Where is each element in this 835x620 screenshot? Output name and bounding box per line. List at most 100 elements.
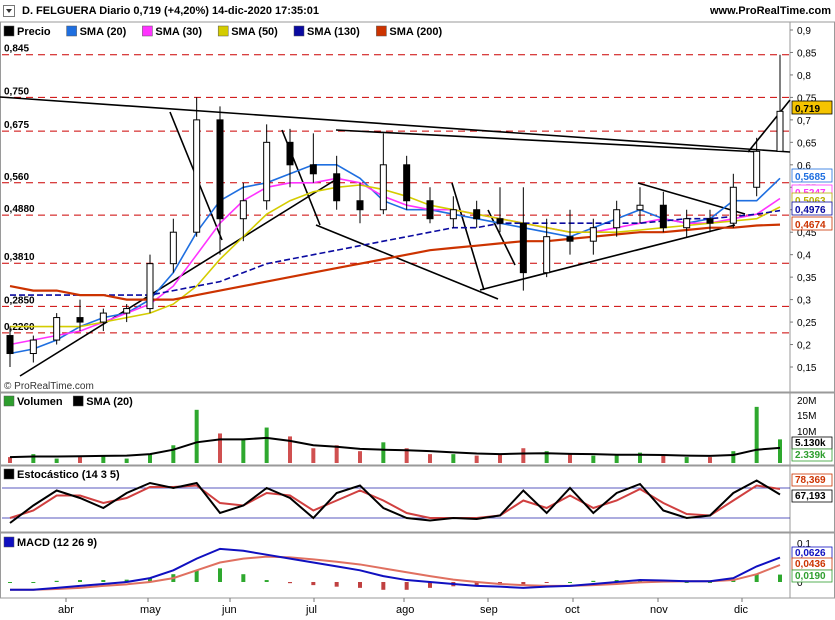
- volume-pane: Volumen SMA (20) 20M 15M 10M5.130k2.339k: [0, 392, 835, 466]
- macd-histogram-bar: [334, 582, 339, 587]
- legend-swatch: [142, 25, 153, 37]
- last-value-label: 0,0436: [795, 559, 826, 570]
- y-tick-label: 0,8: [797, 71, 811, 82]
- legend-label: Precio: [17, 26, 51, 38]
- macd-histogram-bar: [31, 582, 36, 583]
- volume-bar: [171, 445, 176, 463]
- volume-bar: [731, 451, 736, 463]
- sma-line: [9, 223, 781, 301]
- last-value-label: 0,5685: [795, 172, 826, 183]
- macd-histogram-bar: [544, 582, 549, 583]
- legend-label: SMA (50): [231, 26, 278, 38]
- volume-bar: [54, 458, 59, 463]
- last-value-label: 5.130k: [795, 438, 826, 449]
- candle-body: [449, 209, 457, 220]
- x-tick-label: nov: [650, 604, 668, 616]
- trend-line: [451, 182, 485, 291]
- candle-body: [239, 200, 247, 220]
- macd-histogram-bar: [311, 582, 316, 586]
- support-level-label: 0,675: [4, 120, 29, 131]
- y-tick-label: 0,2: [797, 341, 811, 352]
- trend-line: [315, 224, 499, 300]
- stochastic-pane: Estocástico (14 3 5) 78,369 67,193: [0, 465, 835, 533]
- candle-body: [216, 119, 224, 220]
- y-tick-label: 0,25: [797, 318, 817, 329]
- volume-bar: [498, 454, 502, 463]
- legend-label: SMA (20): [86, 396, 133, 408]
- candle-body: [706, 218, 714, 224]
- legend-swatch: [3, 25, 15, 37]
- legend-swatch: [72, 395, 84, 407]
- legend-swatch: [217, 25, 229, 37]
- support-level-label: 0,3810: [4, 252, 35, 263]
- legend-swatch: [3, 536, 15, 548]
- x-tick-label: may: [140, 604, 161, 616]
- last-value-label: 0,0190: [795, 571, 826, 582]
- y-tick-label: 0,85: [797, 48, 817, 59]
- legend-label: SMA (30): [155, 26, 202, 38]
- volume-bar: [661, 455, 666, 463]
- y-tick-label: 0,4: [797, 251, 811, 262]
- volume-bar: [194, 409, 199, 463]
- macd-histogram-bar: [218, 568, 222, 582]
- macd-histogram-bar: [568, 582, 572, 583]
- price-pane: Precio SMA (20) SMA (30) SMA (50) SMA (130) S…: [0, 21, 835, 393]
- volume-bar: [591, 455, 596, 463]
- y-tick-label: 10M: [797, 427, 816, 438]
- legend-swatch: [376, 25, 387, 37]
- trend-line: [335, 129, 761, 153]
- legend-swatch: [293, 25, 305, 37]
- last-value-label: 0,4674: [795, 220, 826, 231]
- volume-bar: [708, 457, 712, 463]
- x-tick-label: abr: [58, 604, 74, 616]
- candle-body: [123, 308, 131, 314]
- last-value-label: 0,719: [795, 104, 820, 115]
- y-tick-label: 0,15: [797, 363, 817, 374]
- candle-body: [519, 222, 527, 274]
- y-tick-label: 0,65: [797, 138, 817, 149]
- legend-label: Volumen: [17, 396, 63, 408]
- x-tick-label: jun: [221, 604, 237, 616]
- candle-body: [146, 263, 154, 310]
- volume-bar: [381, 442, 386, 463]
- legend-label: MACD (12 26 9): [17, 537, 97, 549]
- macd-histogram-bar: [78, 580, 82, 582]
- macd-signal-line: [10, 555, 781, 591]
- macd-histogram-bar: [8, 582, 12, 583]
- trend-line: [0, 96, 791, 153]
- legend-label: SMA (20): [80, 26, 127, 38]
- last-value-label: 78,369: [795, 475, 826, 486]
- volume-bar: [334, 445, 339, 463]
- candle-body: [543, 236, 551, 274]
- volume-bar: [78, 457, 82, 463]
- candle-body: [403, 164, 411, 202]
- x-axis: abr may jun jul ago sep oct nov dic: [58, 598, 749, 616]
- candle-body: [636, 204, 644, 211]
- macd-histogram-bar: [381, 582, 386, 590]
- volume-bar: [264, 427, 269, 463]
- candle-body: [589, 227, 597, 242]
- volume-bar: [428, 454, 432, 463]
- support-level-label: 0,4880: [4, 204, 35, 215]
- chart-canvas: Precio SMA (20) SMA (30) SMA (50) SMA (130) S…: [0, 21, 835, 616]
- x-tick-label: ago: [396, 604, 414, 616]
- macd-histogram-bar: [404, 582, 409, 590]
- candle-body: [356, 200, 364, 211]
- candle-body: [426, 200, 434, 220]
- last-value-label: 0,0626: [795, 548, 826, 559]
- last-value-label: 2.339k: [795, 450, 826, 461]
- candle-body: [286, 141, 294, 166]
- macd-pane-frame: [0, 532, 835, 599]
- y-tick-label: 0,3: [797, 296, 811, 307]
- candle-body: [496, 218, 504, 224]
- volume-bar: [474, 455, 479, 463]
- y-tick-label: 15M: [797, 411, 816, 422]
- support-level-label: 0,560: [4, 172, 29, 183]
- candle-body: [76, 317, 84, 323]
- macd-histogram-bar: [241, 574, 246, 582]
- candle-body: [193, 119, 201, 233]
- x-tick-label: jul: [305, 604, 317, 616]
- macd-histogram-bar: [264, 580, 269, 582]
- candle-body: [729, 186, 737, 224]
- last-value-label: 0,4976: [795, 205, 826, 216]
